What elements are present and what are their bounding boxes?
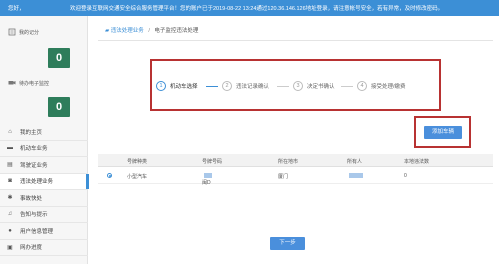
step-connector	[206, 86, 218, 87]
table-header: 号牌种类 号牌号码 所在地市 所有人 本地违法数	[98, 154, 493, 167]
sidebar-item-label: 用户信息管理	[20, 228, 54, 235]
step-label: 接受处理/缴费	[371, 84, 406, 90]
id-card-icon: ▤	[7, 162, 13, 169]
step-4: 4 接受处理/缴费	[357, 81, 406, 91]
sidebar-item-notice[interactable]: ♫ 告知与提示	[0, 207, 88, 223]
breadcrumb-separator: /	[148, 28, 150, 34]
sidebar-item-label: 我的主页	[20, 129, 43, 136]
stat-value-badge: 0	[48, 48, 70, 68]
sidebar-item-license[interactable]: ▤ 驾驶证业务	[0, 157, 88, 174]
stat-label: 待办电子监控	[19, 81, 50, 87]
add-vehicle-button[interactable]: 添加车辆	[424, 126, 462, 139]
step-connector	[277, 86, 289, 87]
breadcrumb-parent[interactable]: 违法处理业务	[111, 28, 144, 34]
camera-icon: ◙	[8, 178, 12, 185]
stat-label: 我的记分	[19, 30, 40, 36]
accident-icon: ✱	[7, 195, 13, 202]
sidebar-nav: ⌂ 我的主页 ▬ 机动车业务 ▤ 驾驶证业务 ◙ 违法处理业务 ✱ 事故快处 ♫…	[0, 124, 89, 256]
sidebar-item-label: 告知与提示	[20, 212, 48, 219]
bell-icon: ♫	[7, 211, 13, 218]
sidebar-item-accident[interactable]: ✱ 事故快处	[0, 190, 88, 207]
next-step-button[interactable]: 下一步	[270, 237, 305, 250]
sidebar-item-violation[interactable]: ◙ 违法处理业务	[0, 173, 89, 190]
step-number: 4	[357, 81, 367, 91]
stat-value-badge: 0	[48, 97, 70, 117]
redacted-mark	[204, 173, 212, 179]
column-header: 本地违法数	[404, 159, 430, 165]
sidebar-item-progress[interactable]: ▣ 网办进度	[0, 240, 88, 256]
login-notice: 欢迎登录互联网交通安全综合服务管理平台！您的账户已于2019-08-22 13:…	[70, 6, 444, 12]
monitor-icon	[8, 79, 16, 87]
sidebar-item-home[interactable]: ⌂ 我的主页	[0, 124, 88, 141]
sidebar-item-label: 驾驶证业务	[20, 162, 48, 169]
car-icon: ▬	[7, 145, 13, 152]
sidebar-item-vehicle[interactable]: ▬ 机动车业务	[0, 141, 88, 157]
column-header: 号牌号码	[202, 159, 223, 165]
table-row[interactable]: 小型汽车 闽D 厦门 0	[98, 167, 493, 186]
breadcrumb: ▰ 违法处理业务 / 电子监控违法处理	[105, 26, 198, 34]
step-label: 机动车选择	[170, 84, 198, 90]
step-number: 1	[156, 81, 166, 91]
cell-violation-count: 0	[404, 173, 407, 179]
sidebar-item-label: 网办进度	[20, 245, 43, 252]
stat-my-score[interactable]: 我的记分 0	[0, 22, 88, 70]
greeting-text: 您好，	[8, 6, 25, 12]
step-label: 决定书确认	[307, 84, 335, 90]
vehicle-table: 号牌种类 号牌号码 所在地市 所有人 本地违法数 小型汽车 闽D 厦门 0	[98, 154, 493, 186]
cell-city: 厦门	[278, 174, 289, 180]
cell-plate-type: 小型汽车	[127, 174, 148, 180]
redacted-mark	[349, 173, 363, 179]
column-header: 号牌种类	[127, 159, 148, 165]
step-number: 2	[222, 81, 232, 91]
column-header: 所在地市	[278, 159, 299, 165]
breadcrumb-divider	[98, 40, 493, 41]
step-3: 3 决定书确认	[293, 81, 335, 91]
add-vehicle-highlight: 添加车辆	[414, 116, 471, 148]
breadcrumb-current: 电子监控违法处理	[154, 28, 199, 34]
step-label: 违法记录确认	[236, 84, 270, 90]
user-icon: ●	[8, 227, 12, 234]
cell-plate-number: 闽D	[202, 173, 214, 186]
column-header: 所有人	[347, 159, 363, 165]
step-number: 3	[293, 81, 303, 91]
step-2: 2 违法记录确认	[222, 81, 269, 91]
main-content: ▰ 违法处理业务 / 电子监控违法处理 1 机动车选择 2 违法记录确认 3 决…	[88, 16, 499, 264]
sidebar-item-label: 机动车业务	[20, 146, 48, 153]
top-notice-bar: 您好， 欢迎登录互联网交通安全综合服务管理平台！您的账户已于2019-08-22…	[0, 0, 499, 16]
step-1: 1 机动车选择	[156, 81, 198, 91]
step-indicator: 1 机动车选择 2 违法记录确认 3 决定书确认 4 接受处理/缴费	[150, 59, 441, 111]
step-connector	[341, 86, 353, 87]
cell-owner	[347, 173, 363, 179]
sidebar-item-label: 违法处理业务	[20, 179, 54, 186]
progress-icon: ▣	[7, 244, 13, 251]
sidebar-item-label: 事故快处	[20, 195, 43, 202]
row-radio[interactable]	[107, 173, 112, 178]
sidebar-item-user-info[interactable]: ● 用户信息管理	[0, 223, 88, 240]
score-icon	[8, 28, 16, 36]
sidebar: 我的记分 0 待办电子监控 0 ⌂ 我的主页 ▬ 机动车业务 ▤ 驾驶证业务 ◙…	[0, 16, 89, 264]
home-icon: ⌂	[8, 128, 12, 135]
stat-pending-monitor[interactable]: 待办电子监控 0	[0, 73, 88, 121]
